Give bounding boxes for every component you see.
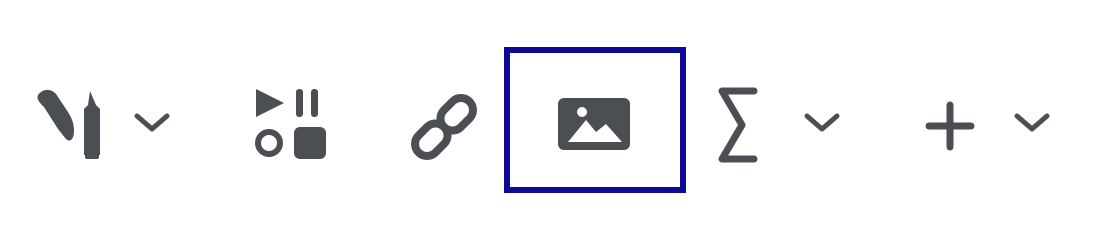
chevron-down-icon <box>1014 113 1050 132</box>
image-icon <box>558 98 630 150</box>
brush-pencil-icon <box>37 89 100 159</box>
plus-icon <box>925 101 975 151</box>
formula-dropdown-button[interactable] <box>706 47 866 193</box>
editor-toolbar <box>0 0 1094 248</box>
chevron-down-icon <box>804 113 840 132</box>
link-button[interactable] <box>392 47 492 193</box>
image-button[interactable] <box>504 47 686 193</box>
media-play-pause-shapes-icon <box>255 89 326 159</box>
link-icon <box>411 94 477 160</box>
sigma-icon <box>718 87 758 163</box>
style-dropdown-button[interactable] <box>26 47 186 193</box>
chevron-down-icon <box>134 113 170 132</box>
insert-dropdown-button[interactable] <box>910 47 1070 193</box>
media-button[interactable] <box>240 47 340 193</box>
